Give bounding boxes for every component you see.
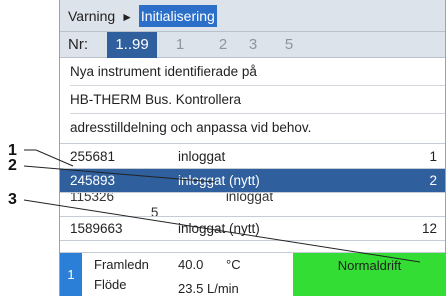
tab-module-2[interactable]: 2 bbox=[215, 32, 231, 58]
breadcrumb-arrow-icon: ► bbox=[121, 10, 133, 24]
tab-all-modules[interactable]: 1..99 bbox=[107, 32, 157, 58]
flow-rate-unit: L/min bbox=[207, 281, 239, 296]
message-line: Nya instrument identifierade på bbox=[70, 58, 445, 86]
callout-3: 3 bbox=[8, 191, 17, 208]
message-line: HB-THERM Bus. Kontrollera bbox=[70, 86, 445, 114]
flow-temp-label: Framledn bbox=[94, 257, 149, 272]
operating-mode-indicator[interactable]: Normaldrift bbox=[293, 253, 446, 296]
device-id: 1589663 bbox=[70, 221, 123, 236]
device-address: 2 bbox=[429, 173, 437, 188]
breadcrumb-parent[interactable]: Varning bbox=[68, 8, 115, 24]
tab-module-1[interactable]: 1 bbox=[172, 32, 188, 58]
flow-rate-label: Flöde bbox=[94, 277, 127, 292]
device-list: 255681 inloggat 1 245893 inloggat (nytt)… bbox=[60, 145, 445, 241]
breadcrumb: Varning ► Initialisering bbox=[60, 0, 445, 32]
tab-module-5[interactable]: 5 bbox=[281, 32, 297, 58]
device-address: 1 bbox=[429, 149, 437, 164]
device-address: 12 bbox=[421, 221, 437, 236]
breadcrumb-current: Initialisering bbox=[138, 5, 217, 27]
flow-temp-unit: °C bbox=[226, 257, 241, 272]
device-row[interactable]: 1589663 inloggat (nytt) 12 bbox=[60, 217, 445, 241]
device-id: 245893 bbox=[70, 173, 116, 188]
info-message: Nya instrument identifierade på HB-THERM… bbox=[60, 58, 445, 144]
flow-temp-value: 40.0 bbox=[178, 257, 204, 272]
device-row[interactable]: 115326 inloggat 5 bbox=[60, 193, 445, 217]
device-row[interactable]: 255681 inloggat 1 bbox=[60, 145, 445, 169]
tab-prefix-label: Nr: bbox=[68, 36, 88, 53]
module-number-badge[interactable]: 1 bbox=[60, 253, 82, 296]
flow-rate-value: 23.5 bbox=[178, 281, 204, 296]
device-status: inloggat bbox=[225, 193, 274, 204]
callout-2: 2 bbox=[8, 157, 17, 174]
module-tab-bar: Nr: 1..99 1 2 3 5 bbox=[60, 32, 445, 58]
device-status: inloggat (nytt) bbox=[178, 173, 260, 188]
device-status: inloggat (nytt) bbox=[178, 221, 260, 236]
controller-screen: Varning ► Initialisering Nr: 1..99 1 2 3… bbox=[59, 0, 446, 296]
device-address: 5 bbox=[150, 205, 159, 217]
device-id: 255681 bbox=[70, 149, 116, 164]
device-status: inloggat bbox=[178, 149, 226, 164]
tab-module-3[interactable]: 3 bbox=[245, 32, 261, 58]
device-id: 115326 bbox=[70, 193, 115, 204]
message-line: adresstilldelning och anpassa vid behov. bbox=[70, 120, 312, 135]
status-bar: 1 Framledn 40.0 °C Flöde 23.5 L/min Norm… bbox=[60, 252, 446, 296]
device-row-selected[interactable]: 245893 inloggat (nytt) 2 bbox=[60, 169, 445, 193]
